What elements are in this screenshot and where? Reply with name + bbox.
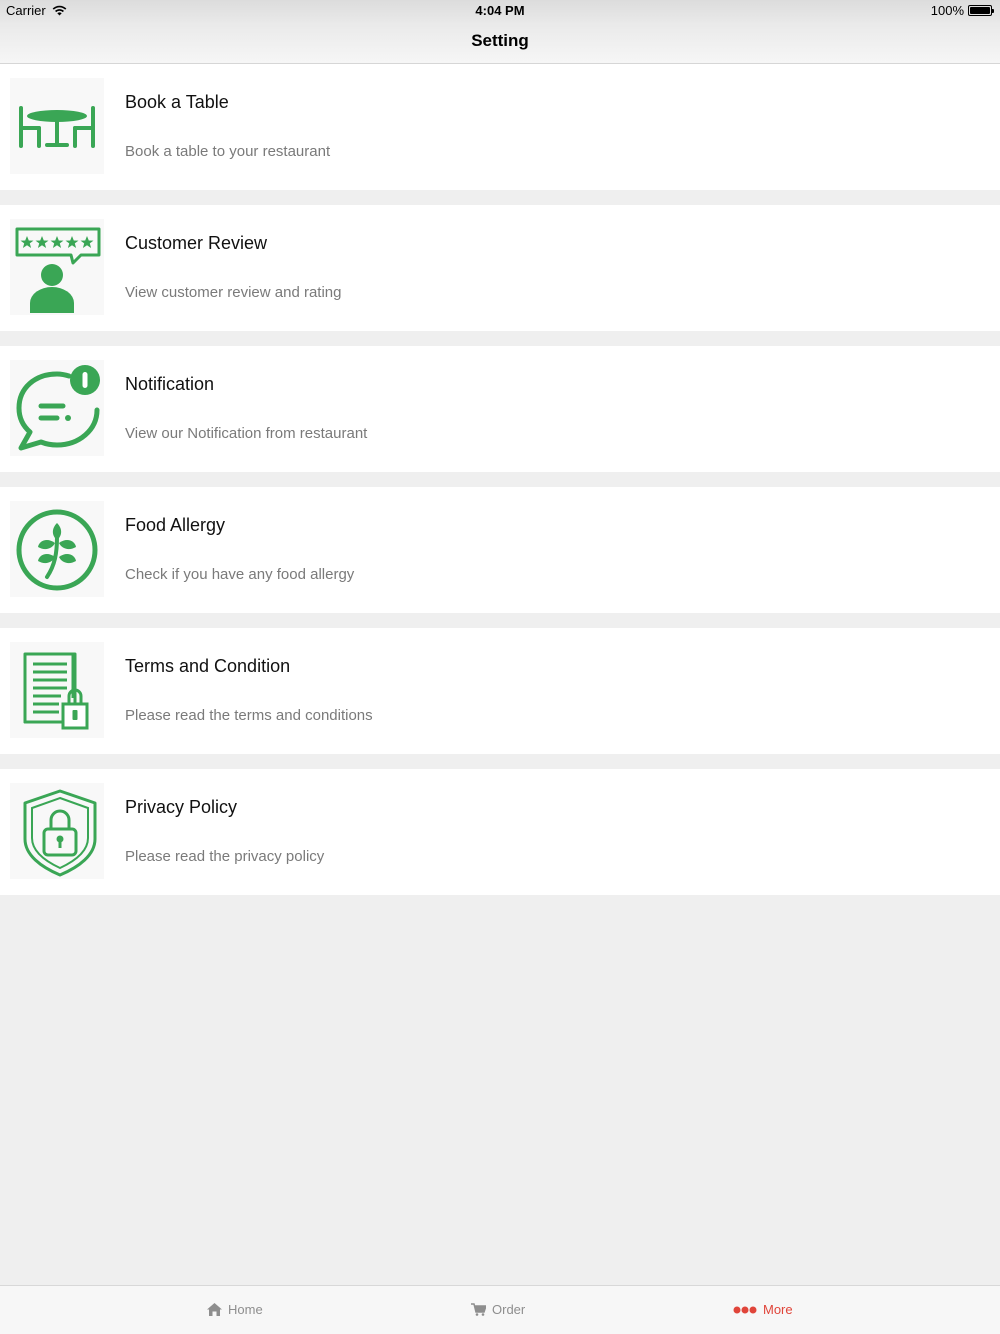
row-subtitle: Please read the privacy policy bbox=[125, 848, 325, 865]
battery-indicator: 100% bbox=[930, 3, 994, 18]
privacy-icon bbox=[10, 783, 104, 879]
battery-percent: 100% bbox=[930, 3, 964, 18]
row-title: Customer Review bbox=[125, 233, 268, 253]
settings-row-notification[interactable]: Notification View our Notification from … bbox=[0, 346, 1000, 472]
settings-row-terms[interactable]: Terms and Condition Please read the term… bbox=[0, 628, 1000, 754]
settings-row-food-allergy[interactable]: Food Allergy Check if you have any food … bbox=[0, 487, 1000, 613]
more-icon bbox=[733, 1306, 757, 1313]
table-icon bbox=[10, 78, 104, 174]
row-subtitle: Please read the terms and conditions bbox=[125, 707, 373, 724]
tab-home[interactable]: Home bbox=[207, 1302, 263, 1317]
settings-row-book-table[interactable]: Book a Table Book a table to your restau… bbox=[0, 64, 1000, 190]
terms-icon bbox=[10, 642, 104, 738]
navigation-bar: Setting bbox=[0, 22, 1000, 64]
status-bar: Carrier 4:04 PM 100% bbox=[0, 0, 1000, 22]
row-subtitle: Book a table to your restaurant bbox=[125, 143, 331, 160]
settings-row-customer-review[interactable]: Customer Review View customer review and… bbox=[0, 205, 1000, 331]
allergy-icon bbox=[10, 501, 104, 597]
tab-bar: Home Order More bbox=[0, 1285, 1000, 1334]
battery-icon bbox=[968, 5, 994, 16]
row-title: Food Allergy bbox=[125, 515, 226, 535]
row-title: Privacy Policy bbox=[125, 797, 238, 817]
cart-icon bbox=[471, 1303, 486, 1316]
page-title: Setting bbox=[471, 30, 529, 50]
clock: 4:04 PM bbox=[475, 3, 525, 18]
tab-order[interactable]: Order bbox=[471, 1302, 525, 1317]
row-subtitle: View customer review and rating bbox=[125, 284, 342, 301]
tab-label: More bbox=[763, 1302, 793, 1317]
review-icon bbox=[10, 219, 104, 315]
tab-label: Home bbox=[228, 1302, 263, 1317]
notification-icon bbox=[10, 360, 104, 456]
row-title: Book a Table bbox=[125, 92, 229, 112]
home-icon bbox=[207, 1303, 222, 1316]
tab-more[interactable]: More bbox=[733, 1302, 793, 1317]
row-title: Notification bbox=[125, 374, 215, 394]
row-subtitle: Check if you have any food allergy bbox=[125, 566, 355, 583]
row-subtitle: View our Notification from restaurant bbox=[125, 425, 368, 442]
row-title: Terms and Condition bbox=[125, 656, 291, 676]
settings-row-privacy[interactable]: Privacy Policy Please read the privacy p… bbox=[0, 769, 1000, 895]
tab-label: Order bbox=[492, 1302, 526, 1317]
